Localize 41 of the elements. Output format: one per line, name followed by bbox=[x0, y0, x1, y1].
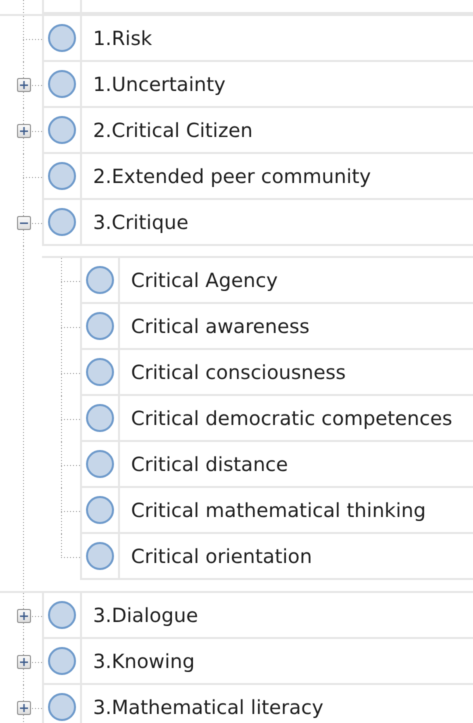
circle-icon bbox=[48, 208, 76, 236]
node-label[interactable]: 3.Mathematical literacy bbox=[82, 685, 324, 723]
circle-icon bbox=[48, 601, 76, 629]
circle-icon bbox=[86, 542, 114, 570]
expander-toggle[interactable] bbox=[17, 701, 31, 715]
circle-icon bbox=[86, 404, 114, 432]
circle-icon bbox=[86, 496, 114, 524]
plus-icon bbox=[20, 81, 28, 89]
plus-icon bbox=[20, 704, 28, 712]
node-label[interactable]: Critical awareness bbox=[120, 304, 310, 348]
plus-icon bbox=[20, 658, 28, 666]
plus-icon bbox=[20, 612, 28, 620]
circle-icon bbox=[48, 116, 76, 144]
circle-icon bbox=[86, 450, 114, 478]
node-label[interactable]: 3.Dialogue bbox=[82, 593, 198, 637]
circle-icon bbox=[48, 24, 76, 52]
circle-icon bbox=[86, 266, 114, 294]
node-label[interactable]: Critical orientation bbox=[120, 534, 312, 578]
circle-icon bbox=[48, 70, 76, 98]
node-label[interactable]: Critical distance bbox=[120, 442, 288, 486]
expander-toggle[interactable] bbox=[17, 609, 31, 623]
circle-icon bbox=[86, 358, 114, 386]
node-label[interactable]: 1.Risk bbox=[82, 16, 152, 60]
node-label[interactable]: Critical democratic competences bbox=[120, 396, 452, 440]
circle-icon bbox=[48, 162, 76, 190]
node-label[interactable]: Critical mathematical thinking bbox=[120, 488, 426, 532]
expander-toggle[interactable] bbox=[17, 655, 31, 669]
expander-toggle[interactable] bbox=[17, 216, 31, 230]
circle-icon bbox=[86, 312, 114, 340]
plus-icon bbox=[20, 127, 28, 135]
node-label[interactable]: 1.Uncertainty bbox=[82, 62, 226, 106]
expander-toggle[interactable] bbox=[17, 78, 31, 92]
node-label[interactable]: 3.Knowing bbox=[82, 639, 195, 683]
circle-icon bbox=[48, 693, 76, 721]
node-label[interactable]: Critical Agency bbox=[120, 258, 278, 302]
node-label[interactable]: 2.Critical Citizen bbox=[82, 108, 253, 152]
circle-icon bbox=[48, 647, 76, 675]
expander-toggle[interactable] bbox=[17, 124, 31, 138]
node-label[interactable]: 3.Critique bbox=[82, 200, 188, 244]
node-label[interactable]: Critical consciousness bbox=[120, 350, 346, 394]
node-label[interactable]: 2.Extended peer community bbox=[82, 154, 371, 198]
